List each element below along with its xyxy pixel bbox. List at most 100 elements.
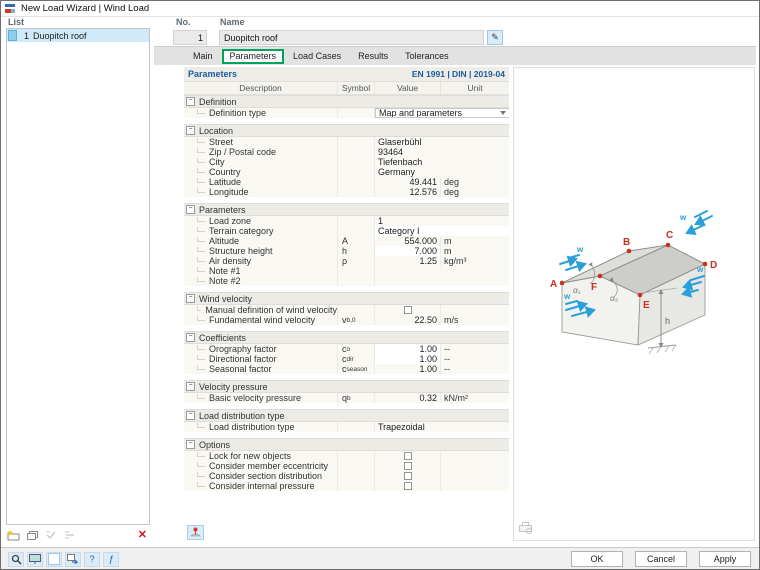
ok-button[interactable]: OK xyxy=(571,551,623,567)
checkbox[interactable] xyxy=(403,482,412,490)
alpha2-label: α₂ xyxy=(610,293,618,303)
collapse-icon[interactable]: − xyxy=(186,126,195,135)
tab-load-cases[interactable]: Load Cases xyxy=(285,49,349,64)
location-pin-icon xyxy=(190,527,201,537)
apply-to-objects-button[interactable] xyxy=(65,551,81,567)
print-preview-button[interactable] xyxy=(518,521,534,535)
apply-button[interactable]: Apply xyxy=(699,551,751,567)
collapse-icon[interactable]: − xyxy=(186,333,195,342)
param-symbol: v b,0 xyxy=(338,315,375,325)
param-description: Latitude xyxy=(184,177,338,187)
section-header: − Parameters xyxy=(184,203,509,216)
window-title: New Load Wizard | Wind Load xyxy=(21,3,150,14)
display-settings-button[interactable] xyxy=(27,551,43,567)
section-header: − Load distribution type xyxy=(184,409,509,422)
param-symbol xyxy=(338,187,375,197)
no-field[interactable]: 1 xyxy=(173,30,207,45)
display-icon xyxy=(29,554,41,564)
function-button[interactable]: ƒ xyxy=(103,551,119,567)
name-field[interactable]: Duopitch roof xyxy=(219,30,484,45)
collapse-icon[interactable]: − xyxy=(186,294,195,303)
param-unit xyxy=(441,305,509,315)
collapse-icon[interactable]: − xyxy=(186,382,195,391)
param-label: Terrain category xyxy=(209,226,274,236)
tab-tolerances[interactable]: Tolerances xyxy=(397,49,457,64)
param-description: City xyxy=(184,157,338,167)
tree-connector-icon xyxy=(197,187,205,193)
copy-item-button[interactable] xyxy=(25,529,40,542)
point-f-label: F xyxy=(591,282,597,293)
checkbox-tool-button[interactable] xyxy=(46,551,62,567)
layers-arrow-icon xyxy=(67,554,79,564)
details-button[interactable] xyxy=(8,551,24,567)
param-row: Air density ρ 1.25 kg/m³ xyxy=(184,256,509,266)
tree-connector-icon xyxy=(197,315,205,321)
checkbox[interactable] xyxy=(403,462,412,470)
tab-parameters[interactable]: Parameters xyxy=(221,48,285,64)
param-label: Street xyxy=(209,137,234,147)
collapse-icon[interactable]: − xyxy=(186,97,195,106)
collapse-icon[interactable]: − xyxy=(186,411,195,420)
param-row: Altitude A 554.000 m xyxy=(184,236,509,246)
tree-connector-icon xyxy=(197,256,205,262)
location-map-button[interactable] xyxy=(187,525,204,540)
param-description: Terrain category xyxy=(184,226,338,236)
load-wizard-list[interactable]: 1 Duopitch roof xyxy=(6,28,150,525)
new-item-button[interactable] xyxy=(6,529,21,542)
param-value: 49.441 xyxy=(375,177,441,187)
param-value: 93464 xyxy=(378,147,404,157)
param-value: Tiefenbach xyxy=(378,157,423,167)
param-row: Fundamental wind velocity v b,0 22.50 m/s xyxy=(184,315,509,325)
param-value: 1 xyxy=(378,216,384,226)
tree-connector-icon xyxy=(197,226,205,232)
param-row: Terrain category Category I xyxy=(184,226,509,236)
tree-connector-icon xyxy=(197,216,205,222)
param-value[interactable]: 7.000 xyxy=(375,246,441,256)
param-value[interactable]: 1.00 xyxy=(375,354,441,364)
param-description: Load distribution type xyxy=(184,422,338,432)
param-symbol: h xyxy=(338,246,375,256)
checkbox-cell xyxy=(375,305,441,315)
tab-main[interactable]: Main xyxy=(185,49,221,64)
param-dropdown[interactable]: Map and parameters xyxy=(375,108,509,118)
param-description: Directional factor xyxy=(184,354,338,364)
param-label: Orography factor xyxy=(209,344,277,354)
select-all-button[interactable] xyxy=(44,529,59,542)
checkbox[interactable] xyxy=(403,306,412,314)
param-label: Longitude xyxy=(209,187,249,197)
param-unit: m/s xyxy=(444,315,459,325)
section-header: − Velocity pressure xyxy=(184,380,509,393)
param-label: City xyxy=(209,157,225,167)
param-row: Zip / Postal code 93464 xyxy=(184,147,509,157)
param-label: Structure height xyxy=(209,246,273,256)
checkbox[interactable] xyxy=(403,472,412,480)
param-label: Zip / Postal code xyxy=(209,147,277,157)
collapse-icon[interactable]: − xyxy=(186,205,195,214)
duopitch-roof-diagram: h α₁ α₂ w w w w A B C D E F xyxy=(550,210,717,355)
edit-name-button[interactable]: ✎ xyxy=(487,30,503,45)
deselect-all-button[interactable] xyxy=(63,529,78,542)
function-icon: ƒ xyxy=(108,553,114,565)
param-value[interactable]: 1.00 xyxy=(375,344,441,354)
section-header: − Location xyxy=(184,124,509,137)
param-description: Consider internal pressure xyxy=(184,481,338,491)
param-value[interactable]: Category I xyxy=(375,226,509,236)
cancel-button[interactable]: Cancel xyxy=(635,551,687,567)
collapse-icon[interactable]: − xyxy=(186,440,195,449)
section-gap xyxy=(184,491,509,497)
list-item[interactable]: 1 Duopitch roof xyxy=(7,29,149,42)
param-description: Structure height xyxy=(184,246,338,256)
param-symbol xyxy=(338,305,375,315)
param-label: Latitude xyxy=(209,177,242,187)
param-description: Street xyxy=(184,137,338,147)
help-button[interactable]: ? xyxy=(84,551,100,567)
param-label: Country xyxy=(209,167,241,177)
checkbox[interactable] xyxy=(403,452,412,460)
tab-results[interactable]: Results xyxy=(350,49,396,64)
pencil-icon: ✎ xyxy=(491,32,499,42)
dialog-window: New Load Wizard | Wind Load List 1 Duopi… xyxy=(0,0,760,570)
param-symbol xyxy=(338,481,375,491)
delete-item-button[interactable]: ✕ xyxy=(138,530,147,541)
point-a-label: A xyxy=(550,279,557,290)
param-label: Consider member eccentricity xyxy=(209,461,329,471)
